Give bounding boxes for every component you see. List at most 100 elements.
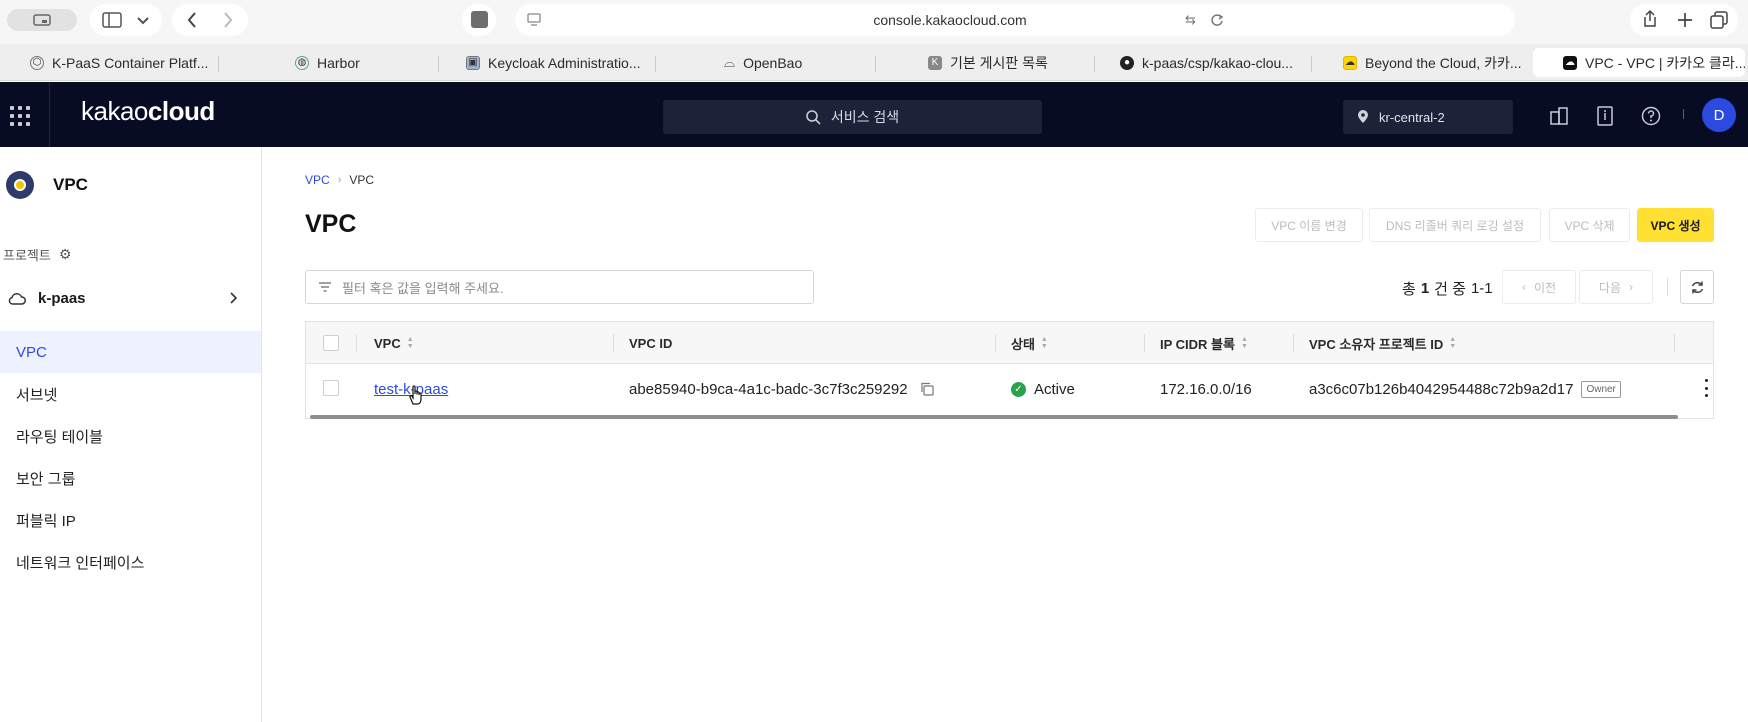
- table-row: test-k-paas abe85940-b9ca-4a1c-badc-3c7f…: [306, 322, 1713, 420]
- kakaocloud-dark-icon: ☁: [1563, 55, 1577, 70]
- help-icon[interactable]: [1639, 104, 1663, 128]
- kakaocloud-logo[interactable]: kakaocloud: [81, 96, 215, 127]
- keycloak-icon: ▣: [466, 55, 480, 70]
- nav-buttons: [172, 4, 248, 36]
- pagination-summary: 총 1 건 중 1-1: [1402, 278, 1493, 299]
- status-badge: Active: [1034, 380, 1075, 398]
- app-header: kakaocloud 서비스 검색 kr-central-2 D: [0, 82, 1748, 147]
- translate-icon[interactable]: ⇆: [1185, 12, 1196, 28]
- refresh-button[interactable]: [1680, 270, 1714, 304]
- new-tab-icon[interactable]: [1677, 12, 1693, 28]
- tab-label: K-PaaS Container Platf...: [52, 54, 209, 71]
- filter-input[interactable]: 필터 혹은 값을 입력해 주세요.: [305, 270, 814, 304]
- forward-icon[interactable]: [223, 12, 233, 28]
- settings-gear-icon[interactable]: ⚙: [59, 246, 72, 263]
- organization-icon[interactable]: [1547, 104, 1571, 128]
- breadcrumb-link[interactable]: VPC: [305, 173, 330, 187]
- row-more-menu-icon[interactable]: [1703, 379, 1709, 397]
- project-label-text: 프로젝트: [3, 248, 51, 263]
- cidr-cell: 172.16.0.0/16: [1160, 364, 1252, 414]
- github-icon: ●: [1120, 55, 1134, 70]
- sidebar-item-vpc[interactable]: VPC: [0, 331, 261, 373]
- owner-project-id-text: a3c6c07b126b4042954488c72b9a2d17: [1309, 380, 1574, 398]
- row-checkbox[interactable]: [323, 380, 339, 396]
- service-search[interactable]: 서비스 검색: [663, 100, 1042, 134]
- next-page-button[interactable]: 다음 ›: [1579, 270, 1653, 304]
- button-label: VPC 삭제: [1564, 218, 1615, 233]
- reload-icon[interactable]: [1210, 13, 1224, 27]
- tab-overview-icon[interactable]: [1710, 11, 1728, 29]
- window-icon: [33, 14, 51, 26]
- tab-openbao[interactable]: ⌓ OpenBao: [694, 48, 894, 77]
- tab-label: 기본 게시판 목록: [950, 54, 1048, 71]
- project-label: 프로젝트 ⚙: [3, 245, 71, 264]
- horizontal-scrollbar[interactable]: [310, 415, 1678, 419]
- tab-label: Harbor: [317, 54, 360, 71]
- sidebar-item-public-ip[interactable]: 퍼블릭 IP: [0, 499, 261, 541]
- share-icon[interactable]: [1642, 10, 1658, 28]
- project-selector[interactable]: k-paas: [0, 279, 261, 317]
- refresh-icon: [1691, 281, 1703, 293]
- url-text: console.kakaocloud.com: [873, 12, 1027, 28]
- prev-page-button[interactable]: ‹ 이전: [1502, 270, 1576, 304]
- filter-icon: [319, 282, 331, 292]
- sidebar-item-label: VPC: [16, 343, 47, 361]
- address-bar[interactable]: console.kakaocloud.com ⇆: [515, 4, 1515, 36]
- service-title: VPC: [53, 175, 88, 194]
- hand-cursor-icon: [409, 385, 422, 405]
- toolbar-divider: [1667, 278, 1668, 296]
- vpc-table: VPC ▲ ▼ VPC ID 상태 ▲ ▼ IP CIDR 블록 ▲ ▼ VPC 소유자 프…: [305, 321, 1714, 419]
- total-prefix: 총: [1402, 281, 1416, 298]
- sidebar-item-subnet[interactable]: 서브넷: [0, 373, 261, 415]
- tab-vpc-active[interactable]: ☁ VPC - VPC | 카카오 클라...: [1533, 48, 1745, 77]
- create-vpc-button[interactable]: VPC 생성: [1637, 208, 1714, 242]
- sidebar-toggle-group[interactable]: [90, 4, 162, 36]
- copy-icon[interactable]: [920, 382, 934, 396]
- total-count: 1: [1420, 280, 1430, 297]
- docs-icon[interactable]: [1593, 104, 1617, 128]
- sidebar-item-label: 네트워크 인터페이스: [16, 554, 145, 572]
- cursor-extension-icon: [471, 11, 488, 28]
- window-switcher[interactable]: [7, 9, 77, 31]
- region-select[interactable]: kr-central-2: [1343, 100, 1513, 134]
- chevron-down-icon: [137, 17, 149, 25]
- delete-vpc-button[interactable]: VPC 삭제: [1549, 208, 1630, 242]
- sidebar-item-network-interface[interactable]: 네트워크 인터페이스: [0, 541, 261, 583]
- browser-toolbar: console.kakaocloud.com ⇆: [0, 0, 1748, 44]
- breadcrumb-separator-icon: ›: [337, 174, 342, 186]
- page-title: VPC: [305, 210, 357, 238]
- tab-keycloak[interactable]: ▣ Keycloak Administratio...: [436, 48, 654, 77]
- region-label: kr-central-2: [1379, 109, 1445, 125]
- vpc-id-cell: abe85940-b9ca-4a1c-badc-3c7f3c259292: [629, 364, 934, 414]
- logo-light-text: kakao: [81, 96, 148, 126]
- tab-bar: ⬡ K-PaaS Container Platf... ◍ Harbor ▣ Keyc…: [0, 44, 1748, 81]
- chevron-left-icon: ‹: [1521, 280, 1526, 294]
- sidebar: VPC 프로젝트 ⚙ k-paas VPC 서브넷 라우팅 테이블 보안 그룹 …: [0, 147, 262, 722]
- tab-github[interactable]: ● k-paas/csp/kakao-clou...: [1090, 48, 1310, 77]
- dns-logging-button[interactable]: DNS 리졸버 쿼리 로깅 설정: [1369, 208, 1541, 242]
- owner-project-cell: a3c6c07b126b4042954488c72b9a2d17 Owner: [1309, 364, 1621, 414]
- tab-label: k-paas/csp/kakao-clou...: [1142, 54, 1293, 71]
- tab-harbor[interactable]: ◍ Harbor: [265, 48, 455, 77]
- sidebar-item-label: 라우팅 테이블: [16, 428, 103, 446]
- header-divider: [1683, 109, 1684, 119]
- k-board-icon: K: [928, 55, 942, 70]
- sidebar-item-label: 보안 그룹: [16, 470, 76, 488]
- breadcrumb: VPC › VPC: [305, 173, 374, 187]
- vpc-service-icon: [6, 171, 34, 199]
- back-icon[interactable]: [187, 12, 197, 28]
- rename-vpc-button[interactable]: VPC 이름 변경: [1255, 208, 1363, 242]
- location-pin-icon: [1358, 110, 1368, 123]
- app-launcher-icon[interactable]: [10, 106, 30, 126]
- sidebar-item-route-table[interactable]: 라우팅 테이블: [0, 415, 261, 457]
- tab-label: VPC - VPC | 카카오 클라...: [1585, 54, 1745, 71]
- harbor-icon: ◍: [295, 55, 309, 70]
- tab-kakaocloud[interactable]: ☁ Beyond the Cloud, 카카...: [1313, 48, 1528, 77]
- tab-label: Beyond the Cloud, 카카...: [1365, 54, 1522, 71]
- extension-button[interactable]: [462, 4, 496, 36]
- sidebar-item-security-group[interactable]: 보안 그룹: [0, 457, 261, 499]
- button-label: VPC 이름 변경: [1271, 218, 1347, 233]
- tab-kpaas[interactable]: ⬡ K-PaaS Container Platf...: [0, 48, 215, 77]
- tab-board[interactable]: K 기본 게시판 목록: [898, 48, 1098, 77]
- avatar[interactable]: D: [1702, 98, 1736, 132]
